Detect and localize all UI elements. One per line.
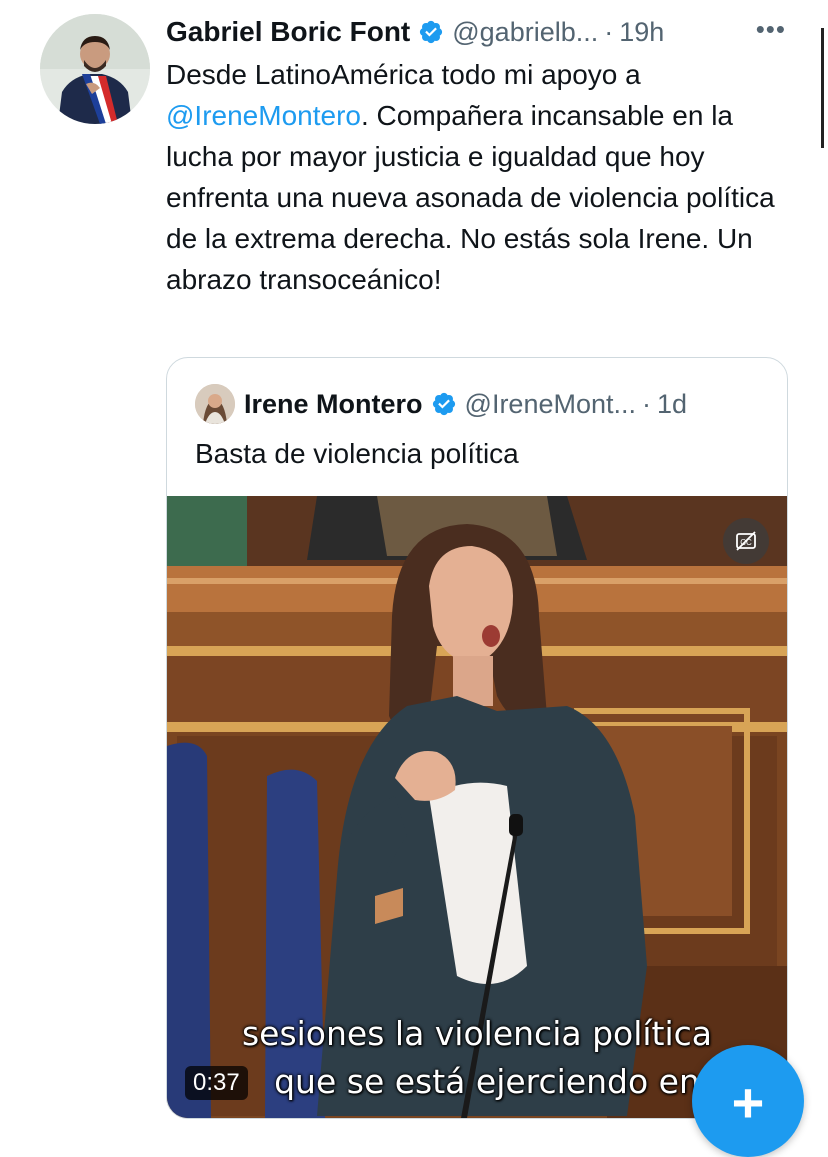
video-player[interactable]: CC sesiones la violencia política que se…: [167, 496, 787, 1118]
video-subtitle-line-2: que se está ejerciendo en: [274, 1062, 700, 1101]
header-separator: ·: [604, 16, 614, 47]
tweet-text: Desde LatinoAmérica todo mi apoyo a @Iren…: [166, 54, 806, 300]
quoted-author-photo: [195, 384, 235, 424]
more-options-icon[interactable]: •••: [756, 14, 786, 45]
quoted-tweet-card[interactable]: Irene Montero @IreneMont... · 1d Basta d…: [166, 357, 788, 1119]
video-subtitle-line-1: sesiones la violencia política: [241, 1014, 713, 1053]
quoted-verified-badge-icon: [432, 392, 455, 416]
scroll-indicator: [821, 28, 824, 148]
compose-tweet-button[interactable]: +: [692, 1045, 804, 1157]
quoted-header-separator: ·: [642, 388, 652, 419]
tweet-header: Gabriel Boric Font @gabrielb... · 19h: [166, 12, 816, 52]
author-handle[interactable]: @gabrielb...: [452, 17, 598, 48]
mention-link[interactable]: @IreneMontero: [166, 100, 361, 131]
author-name[interactable]: Gabriel Boric Font: [166, 16, 410, 48]
captions-toggle-button[interactable]: CC: [723, 518, 769, 564]
captions-off-icon: CC: [736, 531, 756, 551]
quoted-author-avatar[interactable]: [195, 384, 235, 424]
quoted-timestamp[interactable]: 1d: [657, 389, 687, 420]
quoted-author-handle[interactable]: @IreneMont...: [465, 389, 636, 420]
quoted-tweet-header: Irene Montero @IreneMont... · 1d: [195, 384, 687, 424]
tweet-text-intro: Desde LatinoAmérica todo mi apoyo a: [166, 59, 641, 90]
tweet-timestamp[interactable]: 19h: [619, 17, 664, 48]
video-duration-badge: 0:37: [185, 1066, 248, 1100]
plus-icon: +: [731, 1071, 765, 1134]
quoted-tweet-text: Basta de violencia política: [195, 438, 519, 469]
author-avatar[interactable]: [40, 14, 150, 124]
verified-badge-icon: [420, 20, 443, 44]
author-photo: [40, 14, 150, 124]
quoted-author-name[interactable]: Irene Montero: [244, 389, 423, 420]
